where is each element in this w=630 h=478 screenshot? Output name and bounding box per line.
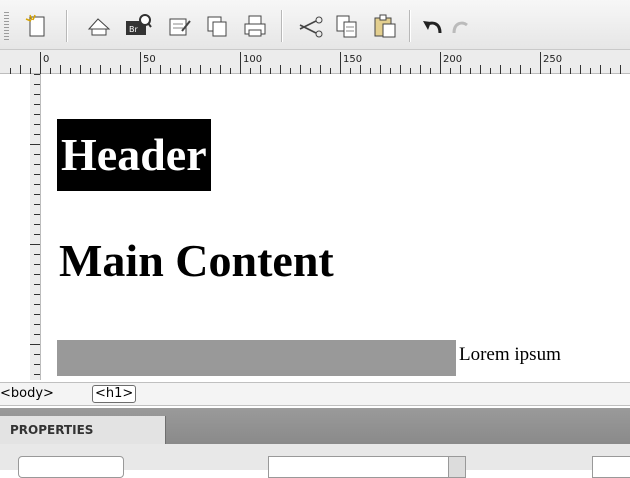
ruler-label-200: 200 xyxy=(443,54,463,65)
copy-page-icon[interactable] xyxy=(202,11,232,41)
cut-icon[interactable] xyxy=(296,11,326,41)
main-content-heading[interactable]: Main Content xyxy=(59,234,334,287)
ruler-label-50: 50 xyxy=(143,54,156,65)
tag-body[interactable]: <body> xyxy=(0,386,54,402)
redo-icon[interactable] xyxy=(446,11,476,41)
copy-icon[interactable] xyxy=(332,11,362,41)
html-mode-button[interactable] xyxy=(18,456,124,478)
properties-panel-body xyxy=(0,444,630,478)
ruler-label-0: 0 xyxy=(43,54,50,65)
lorem-paragraph[interactable]: Lorem ipsum xyxy=(459,344,561,366)
vertical-ruler-area xyxy=(0,74,41,380)
ruler-label-250: 250 xyxy=(543,54,563,65)
print-icon[interactable] xyxy=(240,11,270,41)
properties-panel-header: PROPERTIES xyxy=(0,408,630,444)
header-block[interactable]: Header xyxy=(57,119,211,191)
document-toolbar: Br xyxy=(0,0,630,50)
tag-h1[interactable]: <h1> xyxy=(92,385,137,403)
format-select[interactable] xyxy=(268,456,466,478)
sidebar-placeholder-block[interactable] xyxy=(57,340,456,376)
vertical-ruler xyxy=(30,74,41,380)
edit-icon[interactable] xyxy=(84,11,114,41)
tag-selector-bar: <body> <h1> xyxy=(0,382,630,406)
ruler-label-100: 100 xyxy=(243,54,263,65)
paste-icon[interactable] xyxy=(370,11,400,41)
horizontal-ruler: 0 50 100 150 200 250 xyxy=(0,50,630,74)
check-in-icon[interactable] xyxy=(164,11,194,41)
undo-icon[interactable] xyxy=(418,11,448,41)
design-view-canvas[interactable]: Header Main Content Lorem ipsum xyxy=(41,74,630,380)
class-field[interactable] xyxy=(592,456,630,478)
ruler-label-150: 150 xyxy=(343,54,363,65)
bridge-search-icon[interactable]: Br xyxy=(123,11,153,41)
toolbar-grip[interactable] xyxy=(4,12,9,40)
new-document-icon[interactable] xyxy=(22,11,52,41)
svg-text:Br: Br xyxy=(129,25,138,34)
tab-properties[interactable]: PROPERTIES xyxy=(0,416,166,444)
chevron-down-icon[interactable] xyxy=(448,457,465,477)
